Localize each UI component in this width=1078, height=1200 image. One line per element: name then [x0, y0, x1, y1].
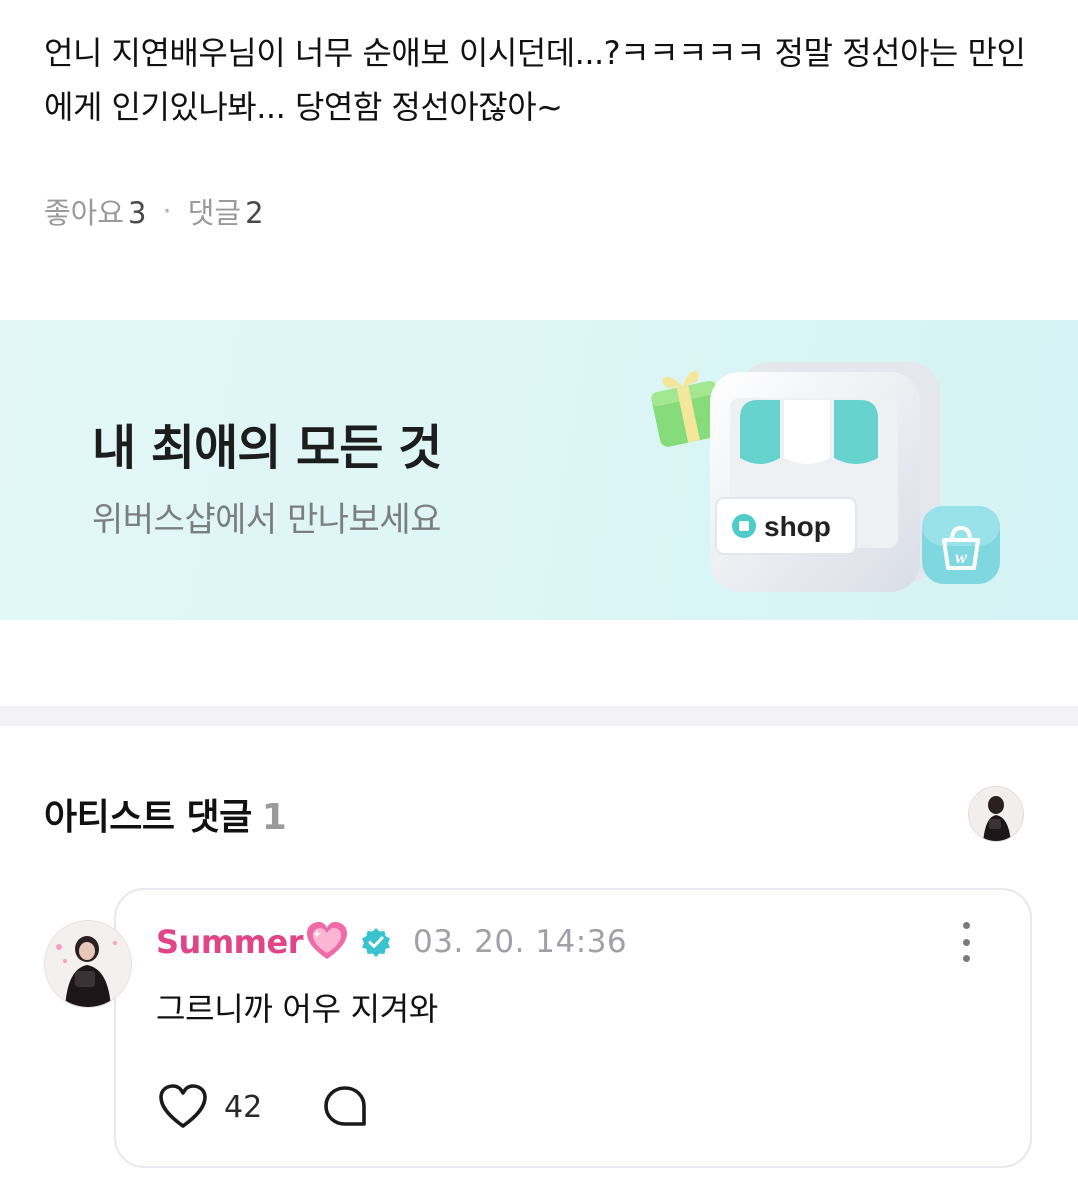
meta-separator: ·	[162, 194, 172, 228]
comment-author-avatar[interactable]	[44, 920, 132, 1008]
comment-actions: 42	[158, 1084, 368, 1130]
shop-sign-text: shop	[764, 511, 831, 542]
shopping-bag-icon: w	[922, 506, 1000, 584]
sparkling-heart-icon	[305, 922, 349, 962]
post-meta: 좋아요 3 · 댓글 2	[44, 190, 264, 232]
weverse-shop-banner[interactable]: 내 최애의 모든 것 위버스샵에서 만나보세요 shop w	[0, 320, 1078, 620]
verified-badge-icon	[361, 927, 391, 957]
comments-count: 2	[245, 196, 264, 230]
post-body-text: 언니 지연배우님이 너무 순애보 이시던데...?ㅋㅋㅋㅋㅋ 정말 정선아는 만…	[44, 34, 1026, 126]
likes-label: 좋아요	[44, 196, 125, 230]
artist-comments-count: 1	[261, 797, 287, 838]
speech-bubble-icon	[324, 1086, 366, 1126]
comment-header: Summer 03. 20. 14:36	[156, 920, 627, 964]
comments-stat[interactable]: 댓글 2	[188, 190, 264, 232]
comment-author-name[interactable]: Summer	[156, 923, 304, 961]
like-button[interactable]: 42	[158, 1084, 262, 1130]
artist-comments-title: 아티스트 댓글	[44, 797, 252, 838]
likes-count: 3	[128, 196, 147, 230]
artist-avatar[interactable]	[968, 786, 1024, 842]
comment-text: 그르니까 어우 지겨와	[156, 990, 439, 1028]
banner-subtitle: 위버스샵에서 만나보세요	[92, 500, 441, 540]
heart-outline-icon	[159, 1084, 207, 1128]
storefront-icon: shop	[710, 362, 940, 592]
like-count: 42	[224, 1089, 263, 1125]
bag-letter: w	[955, 547, 968, 567]
artist-comments-header: 아티스트 댓글 1	[44, 788, 287, 840]
section-divider	[0, 706, 1078, 726]
likes-stat[interactable]: 좋아요 3	[44, 190, 147, 232]
banner-title: 내 최애의 모든 것	[92, 420, 442, 476]
comment-timestamp: 03. 20. 14:36	[413, 924, 628, 960]
reply-button[interactable]	[322, 1084, 368, 1130]
comments-label: 댓글	[187, 196, 242, 230]
more-vertical-icon[interactable]	[954, 922, 978, 962]
